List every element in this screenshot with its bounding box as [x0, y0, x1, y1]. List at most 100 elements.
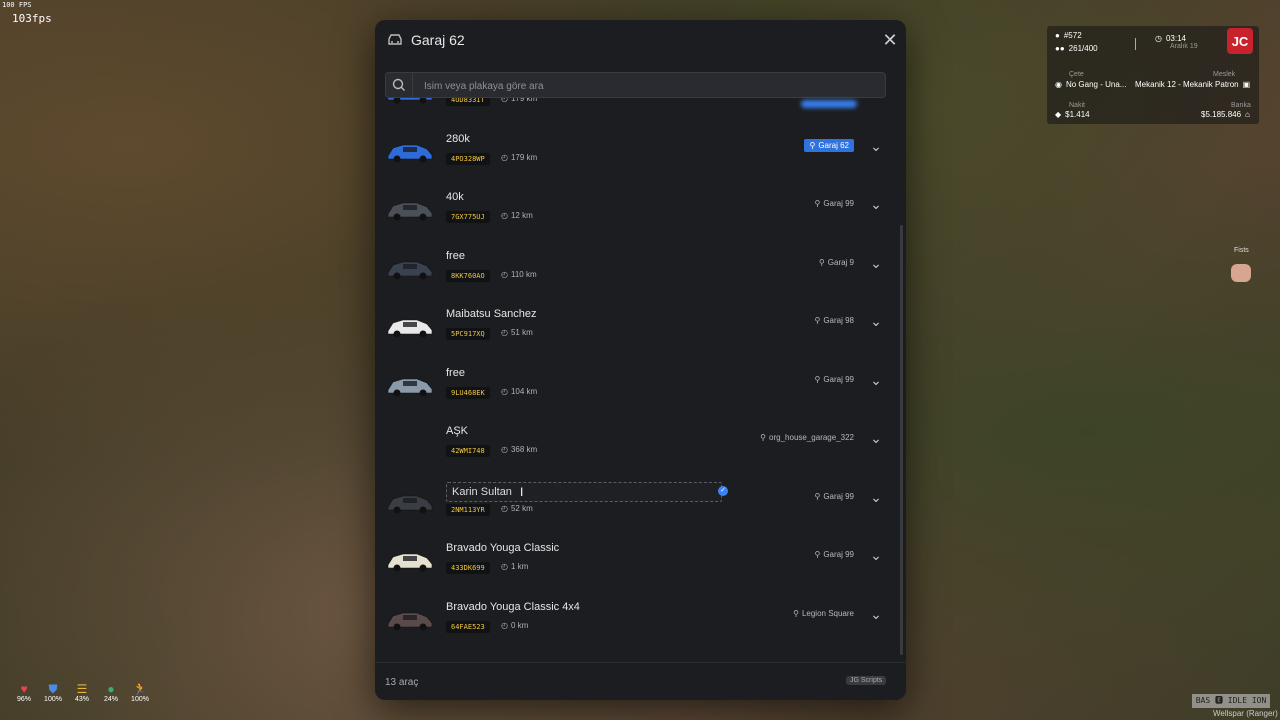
brand-tag: JG Scripts — [846, 676, 887, 685]
vehicle-row[interactable]: Bravado Youga Classic 4x4 64FAE523 ◴ 0 km ⚲ L… — [375, 590, 906, 648]
mileage-value: 51 km — [510, 328, 533, 337]
mileage-value: 1 km — [510, 562, 529, 571]
vehicle-list[interactable]: 4UD833IT ◴ 179 km 280k 4PO328WP ◴ 179 km ⚲ Garaj… — [375, 98, 906, 660]
expand-button[interactable]: ⌄ — [869, 431, 883, 445]
vehicle-location: ⚲ Garaj 99 — [814, 375, 854, 384]
players-icon: ●● — [1055, 44, 1065, 53]
vehicle-location: ⚲ Garaj 99 — [814, 550, 854, 559]
license-plate: 7GX775UJ — [446, 211, 490, 223]
search-icon — [386, 73, 413, 97]
license-plate: 4PO328WP — [446, 153, 490, 165]
vehicle-thumbnail — [387, 495, 433, 514]
license-plate: 64FAE523 — [446, 621, 490, 633]
mileage: ◴ 0 km — [501, 621, 528, 630]
status-bar: ♥ 96% ⛊ 100% ☰ 43% ● 24% 🏃 100% — [12, 682, 152, 703]
speedometer-icon: ◴ — [501, 270, 508, 279]
expand-button[interactable]: ⌄ — [869, 607, 883, 621]
cash-value: $1.414 — [1065, 110, 1090, 119]
location-text: Garaj 99 — [823, 375, 854, 384]
vehicle-row[interactable]: AŞK 42WMI748 ◴ 368 km ⚲ org_house_garage_322 ⌄ — [375, 414, 906, 472]
bank-value: $5.185.846 — [1201, 110, 1242, 119]
speedometer-icon: ◴ — [501, 98, 508, 103]
mileage: ◴ 179 km — [501, 98, 537, 103]
expand-button[interactable]: ⌄ — [869, 373, 883, 387]
vehicle-name[interactable]: free — [446, 367, 465, 379]
expand-button[interactable]: ⌄ — [869, 197, 883, 211]
chevron-down-icon: ⌄ — [870, 313, 882, 329]
status-food: ☰ 43% — [70, 682, 94, 703]
gang-label: Çete — [1069, 71, 1084, 78]
chevron-down-icon: ⌄ — [870, 547, 882, 563]
status-value: 43% — [74, 696, 89, 703]
vehicle-name[interactable]: Maibatsu Sanchez — [446, 308, 537, 320]
gang-icon: ◉ — [1055, 80, 1062, 89]
user-icon: ● — [1055, 31, 1060, 40]
vehicle-row[interactable]: free 9LU468EK ◴ 104 km ⚲ Garaj 99 ⌄ — [375, 356, 906, 414]
vehicle-row[interactable]: 40k 7GX775UJ ◴ 12 km ⚲ Garaj 99 ⌄ — [375, 180, 906, 238]
rename-input[interactable] — [446, 482, 722, 502]
close-button[interactable]: ✕ — [881, 31, 899, 49]
speedometer-icon: ◴ — [501, 328, 508, 337]
modal-header: Garaj 62 ✕ — [375, 20, 906, 62]
vehicle-name[interactable]: 40k — [446, 191, 464, 203]
vehicle-row[interactable]: Bravado Youga Classic 433DK699 ◴ 1 km ⚲ Garaj… — [375, 531, 906, 589]
speedometer-icon: ◴ — [501, 387, 508, 396]
location-pin-icon: ⚲ — [814, 375, 821, 384]
chevron-down-icon: ⌄ — [870, 255, 882, 271]
chevron-down-icon: ⌄ — [870, 138, 882, 154]
weapon-label: Fists — [1234, 247, 1249, 254]
location-text: Garaj 9 — [827, 258, 854, 267]
vehicle-location: ⚲ Garaj 9 — [819, 258, 854, 267]
license-plate: 5PC917XQ — [446, 328, 490, 340]
vehicle-name[interactable]: Bravado Youga Classic 4x4 — [446, 601, 580, 613]
expand-button[interactable]: ⌄ — [869, 548, 883, 562]
mileage: ◴ 368 km — [501, 445, 537, 454]
car-icon — [388, 34, 402, 45]
license-plate: 433DK699 — [446, 562, 490, 574]
location-text: Garaj 99 — [823, 199, 854, 208]
confirm-rename-button[interactable]: ✓ — [718, 486, 728, 496]
vehicle-row[interactable]: free 8KK760AO ◴ 110 km ⚲ Garaj 9 ⌄ — [375, 239, 906, 297]
chevron-down-icon: ⌄ — [870, 606, 882, 622]
server-banner: BAS 🅴 IDLE ION — [1192, 694, 1270, 708]
chevron-down-icon: ⌄ — [870, 489, 882, 505]
vehicle-name[interactable]: free — [446, 250, 465, 262]
search-input[interactable] — [422, 76, 876, 96]
expand-button[interactable]: ⌄ — [869, 314, 883, 328]
vehicle-name[interactable]: Bravado Youga Classic — [446, 542, 559, 554]
cash-label: Nakit — [1069, 102, 1085, 109]
stamina-icon: 🏃 — [132, 682, 148, 696]
mileage-value: 12 km — [510, 211, 533, 220]
search-box — [385, 72, 886, 98]
vehicle-location: ⚲ Garaj 99 — [814, 492, 854, 501]
speedometer-icon: ◴ — [501, 562, 508, 571]
vehicle-row[interactable]: Maibatsu Sanchez 5PC917XQ ◴ 51 km ⚲ Garaj 98 ⌄ — [375, 297, 906, 355]
vehicle-subtitle: Wellspar (Ranger) — [1213, 709, 1278, 718]
license-plate: 8KK760AO — [446, 270, 490, 282]
fps-counter: 103fps — [12, 12, 52, 25]
vehicle-row[interactable]: 280k 4PO328WP ◴ 179 km ⚲ Garaj 62 ⌄ — [375, 122, 906, 180]
vehicle-thumbnail — [387, 612, 433, 631]
status-heart: ♥ 96% — [12, 682, 36, 703]
location-text: Legion Square — [801, 609, 854, 618]
expand-button[interactable]: ⌄ — [869, 256, 883, 270]
vehicle-thumbnail — [387, 144, 433, 163]
scrollbar[interactable] — [900, 225, 903, 655]
shield-icon: ⛊ — [48, 682, 58, 696]
status-value: 96% — [16, 696, 31, 703]
location-text: Garaj 99 — [823, 550, 854, 559]
license-plate: 42WMI748 — [446, 445, 490, 457]
vehicle-name[interactable]: 280k — [446, 133, 470, 145]
expand-button[interactable]: ⌄ — [869, 139, 883, 153]
speedometer-icon: ◴ — [501, 445, 508, 454]
chevron-down-icon: ⌄ — [870, 430, 882, 446]
vehicle-location: ⚲ Garaj 62 — [804, 139, 854, 152]
modal-footer: 13 araç JG Scripts — [375, 662, 906, 700]
mileage-value: 110 km — [510, 270, 537, 279]
job-label: Meslek — [1213, 71, 1236, 78]
briefcase-icon: ▣ — [1242, 80, 1251, 89]
location-pin-icon: ⚲ — [814, 550, 821, 559]
vehicle-name[interactable]: AŞK — [446, 425, 468, 437]
expand-button[interactable]: ⌄ — [869, 490, 883, 504]
fps-small-counter: 100 FPS — [2, 1, 32, 9]
